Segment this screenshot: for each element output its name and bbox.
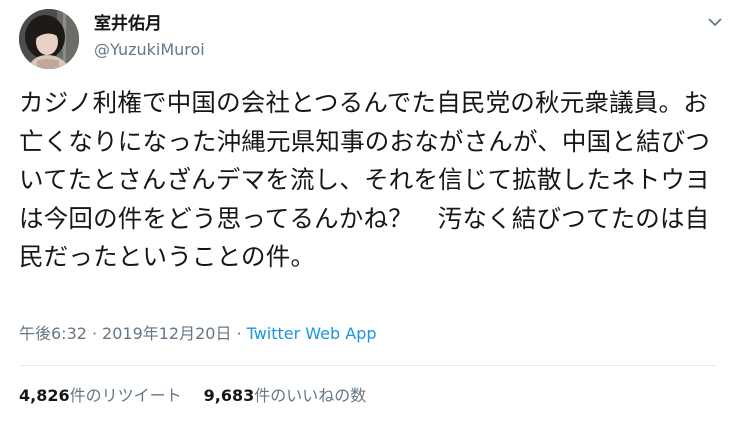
avatar-photo-icon [19,9,79,69]
divider [19,365,717,366]
retweets-label: 件のリツイート [69,386,182,405]
meta-separator: · [91,324,98,343]
display-name[interactable]: 室井佑月 [94,14,162,34]
tweet-metadata: 午後6:32 · 2019年12月20日 · Twitter Web App [19,324,377,344]
screen-name[interactable]: @YuzukiMuroi [94,40,205,60]
likes-count: 9,683 [203,386,255,405]
chevron-down-icon [708,18,722,26]
tweet-menu-button[interactable] [703,10,727,34]
tweet-source-link[interactable]: Twitter Web App [247,324,377,343]
tweet-stats: 4,826件のリツイート 9,683件のいいねの数 [19,386,366,406]
tweet-date[interactable]: 2019年12月20日 [102,324,231,343]
likes-stat[interactable]: 9,683件のいいねの数 [204,386,367,405]
likes-label: 件のいいねの数 [254,386,367,405]
avatar[interactable] [19,9,79,69]
tweet-time[interactable]: 午後6:32 [19,324,87,343]
retweets-count: 4,826 [19,386,70,405]
meta-separator: · [236,324,242,343]
tweet-text: カジノ利権で中国の会社とつるんでた自民党の秋元衆議員。お亡くなりになった沖縄元県… [19,88,711,271]
tweet-card: 室井佑月 @YuzukiMuroi カジノ利権で中国の会社とつるんでた自民党の秋… [0,0,735,430]
retweets-stat[interactable]: 4,826件のリツイート [19,386,182,405]
